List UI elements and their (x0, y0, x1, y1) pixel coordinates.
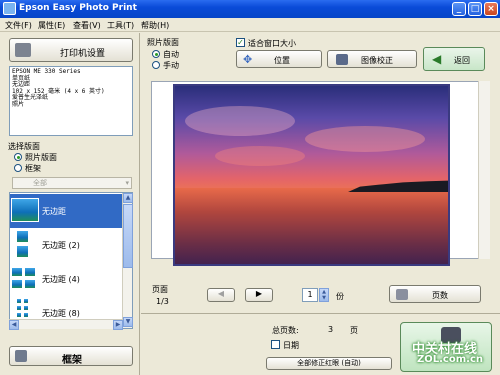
radio-manual-label: 手动 (163, 61, 179, 70)
fit-window-checkbox[interactable]: ✓ (236, 38, 245, 47)
list-item[interactable]: 无边距 (10, 194, 124, 228)
position-button[interactable]: ✥ 位置 (236, 50, 322, 68)
radio-manual[interactable] (152, 61, 160, 69)
copies-unit: 份 (336, 292, 344, 301)
layout-thumbnail (24, 267, 36, 277)
cloud (305, 126, 425, 152)
menu-view[interactable]: 查看(V) (73, 20, 101, 31)
layout-thumbnail (11, 267, 23, 277)
layout-label: 无边距 (4) (42, 275, 80, 284)
preview-scrollbar[interactable] (478, 81, 490, 259)
frame-icon (15, 350, 27, 362)
prev-page-button[interactable]: ◀ (207, 288, 235, 302)
radio-frame-label: 框架 (25, 164, 41, 173)
menu-properties[interactable]: 属性(E) (38, 20, 65, 31)
layout-thumbnail (16, 230, 29, 243)
radio-auto[interactable] (152, 50, 160, 58)
back-arrow-icon: ◀ (432, 52, 442, 66)
island (348, 180, 448, 192)
date-checkbox[interactable] (271, 340, 280, 349)
layout-label: 无边距 (2) (42, 241, 80, 250)
total-pages-unit: 页 (350, 326, 358, 335)
layout-thumbnail (23, 312, 29, 318)
copies-input[interactable]: 1 (302, 288, 318, 302)
list-item[interactable]: 无边距 (2) (10, 228, 124, 262)
back-button-label: 返回 (454, 56, 470, 65)
page-count-icon (396, 289, 408, 300)
page-label: 页面 (152, 285, 168, 294)
menu-tools[interactable]: 工具(T) (107, 20, 134, 31)
printer-settings-label: 打印机设置 (60, 49, 106, 59)
menu-help[interactable]: 帮助(H) (141, 20, 169, 31)
watermark-domain: ZOL.com.cn (417, 354, 483, 365)
list-item[interactable]: 无边距 (4) (10, 262, 124, 296)
image-correction-icon (336, 54, 348, 65)
image-correction-button[interactable]: 图像校正 (327, 50, 417, 68)
radio-auto-label: 自动 (163, 50, 179, 59)
minimize-button[interactable]: _ (452, 2, 466, 16)
layout-thumbnail (23, 305, 29, 311)
photo-preview[interactable] (173, 84, 450, 266)
title-bar: Epson Easy Photo Print _ □ × (0, 0, 500, 18)
app-icon (3, 2, 16, 15)
date-label: 日期 (283, 341, 299, 350)
window-title: Epson Easy Photo Print (19, 3, 137, 13)
menu-bar: 文件(F) 属性(E) 查看(V) 工具(T) 帮助(H) (0, 18, 500, 32)
maximize-button[interactable]: □ (468, 2, 482, 16)
layout-list-hscrollbar[interactable]: ◀ ▶ (9, 319, 123, 330)
back-button[interactable]: ◀ 返回 (423, 47, 485, 71)
total-pages-label: 总页数: (272, 326, 299, 335)
radio-photo-layout[interactable] (14, 153, 22, 161)
position-button-label: 位置 (274, 56, 290, 65)
select-layout-heading: 选择版面 (8, 142, 40, 151)
frame-button-label: 框架 (62, 355, 82, 366)
layout-thumbnail (11, 279, 23, 289)
scroll-left-icon[interactable]: ◀ (9, 320, 19, 330)
layout-thumbnail (23, 298, 29, 304)
layout-thumbnail (24, 279, 36, 289)
scroll-down-icon[interactable]: ▼ (123, 317, 133, 327)
cloud (215, 146, 305, 166)
chevron-down-icon: ▾ (125, 179, 129, 187)
layout-label: 无边距 (8) (42, 309, 80, 318)
total-pages-value: 3 (328, 325, 334, 334)
frame-select[interactable]: 全部 ▾ (12, 177, 132, 189)
radio-frame[interactable] (14, 164, 22, 172)
fit-window-label: 适合窗口大小 (248, 39, 296, 48)
photo-layout-heading: 照片版面 (147, 38, 179, 47)
radio-photo-layout-label: 照片版面 (25, 153, 57, 162)
layout-thumbnail (16, 305, 22, 311)
layout-thumbnail (16, 245, 29, 258)
printer-settings-button[interactable]: 打印机设置 (9, 38, 133, 62)
layout-thumbnail (16, 312, 22, 318)
layout-label: 无边距 (42, 207, 66, 216)
menu-file[interactable]: 文件(F) (5, 20, 32, 31)
scroll-up-icon[interactable]: ▲ (123, 193, 133, 203)
layout-thumbnail (11, 198, 39, 222)
copies-spinner[interactable]: ▲ ▼ (319, 288, 329, 302)
frame-select-value: 全部 (33, 179, 47, 187)
scroll-right-icon[interactable]: ▶ (113, 320, 123, 330)
layout-thumbnail (16, 298, 22, 304)
sea (175, 188, 448, 264)
move-icon: ✥ (243, 53, 253, 66)
page-indicator: 1/3 (156, 297, 169, 306)
next-page-button[interactable]: ▶ (245, 288, 273, 302)
scroll-thumb[interactable] (123, 204, 133, 268)
cloud (185, 106, 295, 136)
page-count-label: 页数 (432, 291, 448, 300)
printer-icon (15, 43, 31, 57)
frame-button[interactable]: 框架 (9, 346, 133, 366)
correct-all-redeye-button[interactable]: 全部修正红眼 (自动) (266, 357, 392, 370)
layout-list: 无边距 无边距 (2) 无边距 (4) 无边距 (8) (9, 192, 133, 329)
printer-info-box: EPSON ME 330 Series 单页纸 无边距 102 x 152 毫米… (9, 66, 133, 136)
layout-list-scrollbar[interactable]: ▲ ▼ (122, 193, 133, 328)
page-count-button[interactable]: 页数 (389, 285, 481, 303)
close-button[interactable]: × (484, 2, 498, 16)
image-correction-label: 图像校正 (361, 56, 393, 65)
